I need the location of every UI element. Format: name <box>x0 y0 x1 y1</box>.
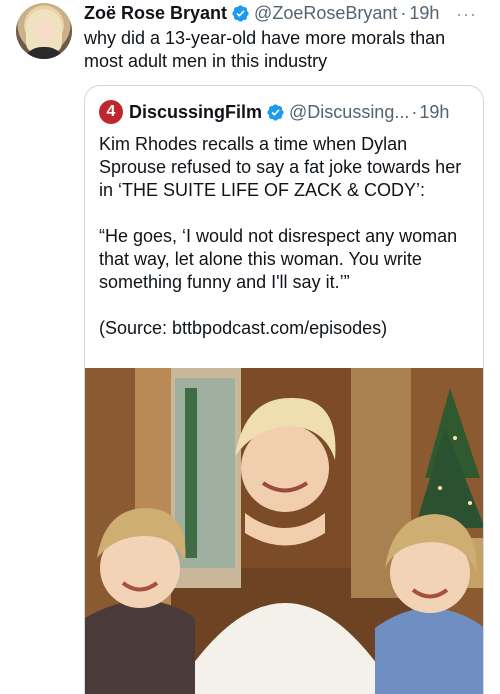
tweet[interactable]: Zoë Rose Bryant @ZoeRoseBryant · 19h ···… <box>0 0 500 694</box>
author-name[interactable]: Zoë Rose Bryant <box>84 3 227 24</box>
avatar[interactable] <box>16 3 72 59</box>
quote-header: 4 DiscussingFilm @Discussing... · 19h <box>99 100 449 124</box>
quote-timestamp[interactable]: 19h <box>419 102 449 123</box>
separator-dot: · <box>411 101 418 122</box>
quote-tweet[interactable]: 4 DiscussingFilm @Discussing... · 19h Ki… <box>84 85 484 694</box>
author-handle[interactable]: @ZoeRoseBryant <box>254 3 397 24</box>
more-options-icon[interactable]: ··· <box>456 4 477 25</box>
separator-dot: · <box>400 2 407 23</box>
avatar-face <box>34 19 54 43</box>
quote-text: Kim Rhodes recalls a time when Dylan Spr… <box>99 134 462 338</box>
photo-illustration <box>85 368 483 694</box>
verified-badge-icon <box>231 4 250 23</box>
tweet-text: why did a 13-year-old have more morals t… <box>84 28 446 71</box>
quote-author-handle[interactable]: @Discussing... <box>289 102 409 123</box>
tweet-header: Zoë Rose Bryant @ZoeRoseBryant · 19h <box>84 2 439 24</box>
verified-badge-icon <box>266 103 285 122</box>
discussingfilm-logo-icon[interactable]: 4 <box>99 100 123 124</box>
quote-photo[interactable] <box>85 368 483 694</box>
quote-author-name[interactable]: DiscussingFilm <box>129 102 262 123</box>
timestamp[interactable]: 19h <box>409 3 439 24</box>
